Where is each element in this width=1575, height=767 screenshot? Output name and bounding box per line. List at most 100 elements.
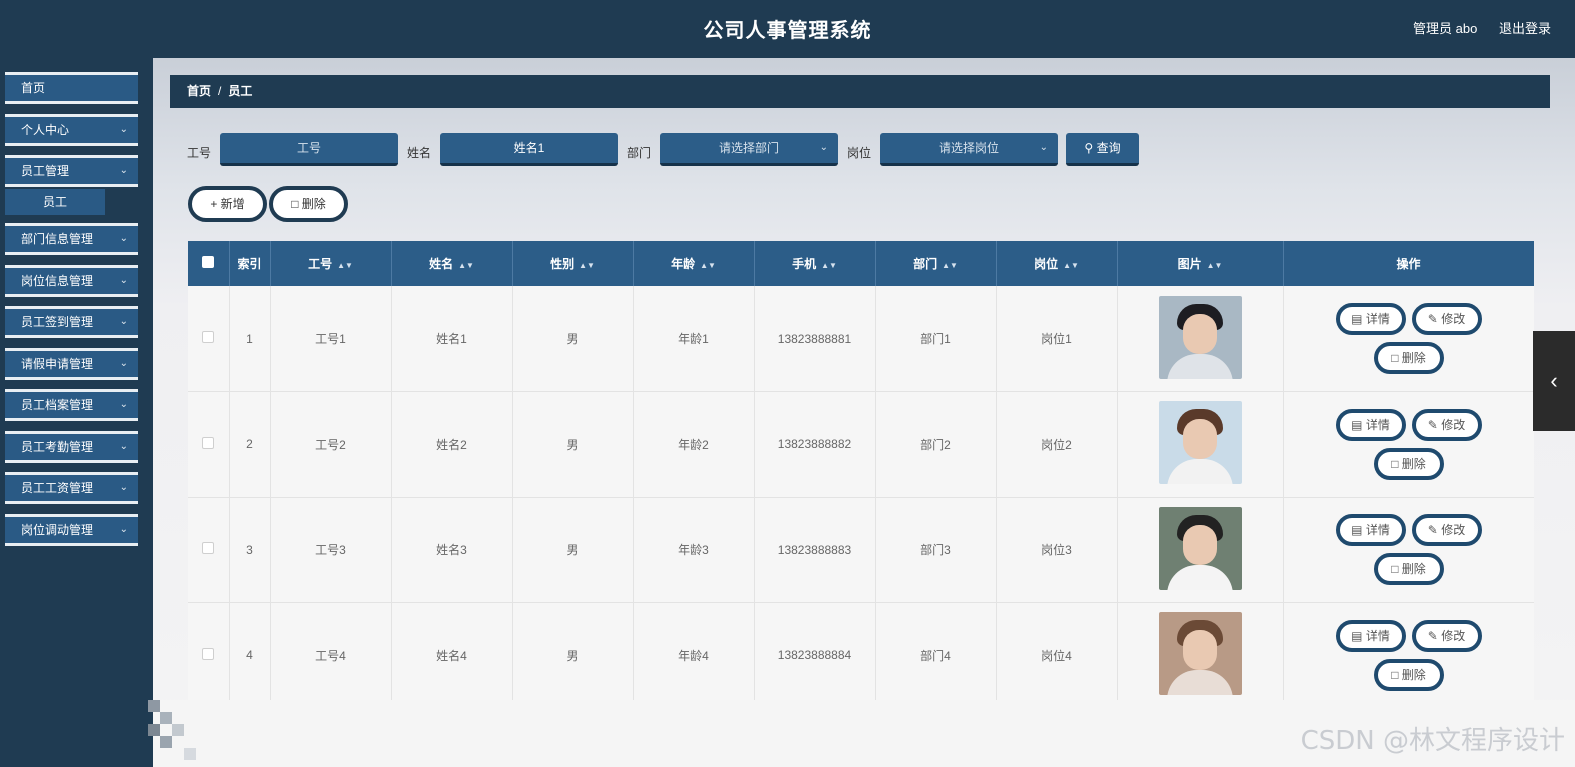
sort-icon[interactable]: ▲▼ (458, 261, 474, 270)
cell-post: 岗位3 (996, 497, 1118, 603)
column-header-name[interactable]: 姓名 ▲▼ (391, 241, 513, 286)
cell-phone: 13823888881 (754, 286, 876, 392)
column-header-dept[interactable]: 部门 ▲▼ (875, 241, 997, 286)
cell-name: 姓名3 (391, 497, 513, 603)
sidebar-subitem-employee[interactable]: 员工 (5, 189, 105, 215)
select-all-header[interactable] (188, 241, 230, 286)
row-checkbox[interactable] (202, 647, 215, 660)
row-checkbox[interactable] (202, 331, 215, 343)
row-select-cell[interactable] (188, 391, 230, 498)
column-header-phone[interactable]: 手机 ▲▼ (754, 241, 876, 286)
sidebar-item-transfer[interactable]: 岗位调动管理 ⌄ (5, 514, 138, 546)
pixel-artifact (160, 736, 172, 748)
cell-name: 姓名2 (391, 391, 513, 498)
pencil-icon: ✎ (1427, 523, 1438, 538)
sort-icon[interactable]: ▲▼ (579, 261, 595, 270)
sidebar-item-post-info[interactable]: 岗位信息管理 ⌄ (5, 265, 138, 297)
table-row: 4 工号4 姓名4 男 年龄4 13823888884 部门4 岗位4 ▤ 详情… (188, 602, 1534, 701)
sidebar-item-label: 员工考勤管理 (21, 440, 94, 454)
chevron-down-icon: ⌄ (119, 482, 128, 493)
post-select[interactable]: 请选择岗位 ⌄ (880, 133, 1058, 166)
search-icon: ⚲ (1084, 141, 1094, 155)
document-icon: ▤ (1351, 523, 1363, 538)
delete-button[interactable]: □ 删除 (1373, 553, 1444, 586)
select-all-checkbox[interactable] (202, 256, 215, 268)
sidebar-item-attendance[interactable]: 员工考勤管理 ⌄ (5, 431, 138, 463)
row-select-cell[interactable] (188, 286, 230, 392)
employee-photo[interactable] (1158, 295, 1242, 379)
detail-button[interactable]: ▤ 详情 (1335, 408, 1406, 441)
sidebar-item-leave-request[interactable]: 请假申请管理 ⌄ (5, 348, 138, 380)
sidebar-item-sign-in[interactable]: 员工签到管理 ⌄ (5, 306, 138, 338)
batch-delete-button[interactable]: □ 删除 (269, 186, 348, 222)
sort-icon[interactable]: ▲▼ (821, 261, 837, 270)
detail-button[interactable]: ▤ 详情 (1335, 619, 1406, 652)
sidebar-item-personal-center[interactable]: 个人中心 ⌄ (5, 114, 138, 146)
cell-name: 姓名4 (391, 602, 513, 701)
emp-no-input[interactable]: 工号 (220, 133, 398, 166)
employee-photo[interactable] (1158, 401, 1242, 485)
cell-gender: 男 (512, 602, 634, 701)
employee-photo[interactable] (1158, 506, 1242, 590)
sidebar-item-salary[interactable]: 员工工资管理 ⌄ (5, 472, 138, 504)
sort-icon[interactable]: ▲▼ (1063, 261, 1079, 270)
sort-icon[interactable]: ▲▼ (1207, 261, 1223, 270)
sort-icon[interactable]: ▲▼ (337, 261, 353, 270)
cell-age: 年龄4 (633, 602, 755, 701)
trash-icon: □ (1391, 562, 1399, 577)
cell-emp-no: 工号2 (270, 391, 392, 498)
employee-photo[interactable] (1158, 612, 1242, 696)
pencil-icon: ✎ (1427, 628, 1438, 643)
cell-index: 4 (229, 602, 271, 701)
table-row: 1 工号1 姓名1 男 年龄1 13823888881 部门1 岗位1 ▤ 详情… (188, 286, 1534, 392)
sort-icon[interactable]: ▲▼ (942, 261, 958, 270)
trash-icon: □ (1391, 667, 1399, 682)
sidebar-item-home[interactable]: 首页 (5, 72, 138, 104)
logout-button[interactable]: 退出登录 (1499, 21, 1551, 36)
cell-age: 年龄3 (633, 497, 755, 603)
delete-button[interactable]: □ 删除 (1373, 658, 1444, 691)
detail-button[interactable]: ▤ 详情 (1335, 303, 1406, 335)
chevron-down-icon: ⌄ (119, 441, 128, 452)
column-header-gender[interactable]: 性别 ▲▼ (512, 241, 634, 286)
column-header-age[interactable]: 年龄 ▲▼ (633, 241, 755, 286)
delete-button[interactable]: □ 删除 (1373, 342, 1444, 374)
cell-photo (1117, 286, 1284, 392)
row-checkbox[interactable] (202, 436, 215, 449)
cell-phone: 13823888883 (754, 497, 876, 603)
add-button[interactable]: + 新增 (188, 186, 267, 222)
edit-button[interactable]: ✎ 修改 (1411, 619, 1482, 652)
query-button[interactable]: ⚲ 查询 (1066, 133, 1139, 166)
sidebar-item-label: 请假申请管理 (21, 357, 94, 371)
dept-select[interactable]: 请选择部门 ⌄ (660, 133, 838, 166)
collapse-panel-tab[interactable]: ‹ (1533, 331, 1575, 431)
pixel-artifact (148, 700, 160, 712)
sidebar-item-employee-management[interactable]: 员工管理 ⌄ (5, 155, 138, 187)
column-header-emp-no[interactable]: 工号 ▲▼ (270, 241, 392, 286)
sidebar-item-archives[interactable]: 员工档案管理 ⌄ (5, 389, 138, 421)
row-select-cell[interactable] (188, 497, 230, 603)
batch-delete-button-label: 删除 (301, 197, 326, 211)
user-name[interactable]: 管理员 abo (1413, 21, 1477, 36)
row-checkbox[interactable] (202, 542, 215, 555)
detail-button[interactable]: ▤ 详情 (1335, 514, 1406, 547)
chevron-down-icon: ⌄ (1039, 142, 1048, 153)
edit-button[interactable]: ✎ 修改 (1411, 303, 1482, 335)
sort-icon[interactable]: ▲▼ (700, 261, 716, 270)
column-header-post[interactable]: 岗位 ▲▼ (996, 241, 1118, 286)
trash-icon: □ (291, 197, 299, 211)
cell-index: 2 (229, 391, 271, 498)
main-content: 首页 / 员工 工号 工号 姓名 姓名1 部门 请选择部门 ⌄ 岗位 请选择岗位 ⌄… (153, 58, 1575, 767)
delete-button[interactable]: □ 删除 (1373, 447, 1444, 480)
cell-index: 1 (229, 286, 271, 392)
edit-button[interactable]: ✎ 修改 (1411, 408, 1482, 441)
breadcrumb-home[interactable]: 首页 (187, 84, 211, 98)
cell-photo (1117, 391, 1284, 498)
name-input[interactable]: 姓名1 (440, 133, 618, 166)
chevron-down-icon: ⌄ (119, 358, 128, 369)
row-select-cell[interactable] (188, 602, 230, 701)
edit-button[interactable]: ✎ 修改 (1411, 514, 1482, 547)
column-header-photo[interactable]: 图片 ▲▼ (1117, 241, 1284, 286)
sidebar-item-department-info[interactable]: 部门信息管理 ⌄ (5, 223, 138, 255)
chevron-down-icon: ⌄ (119, 275, 128, 286)
